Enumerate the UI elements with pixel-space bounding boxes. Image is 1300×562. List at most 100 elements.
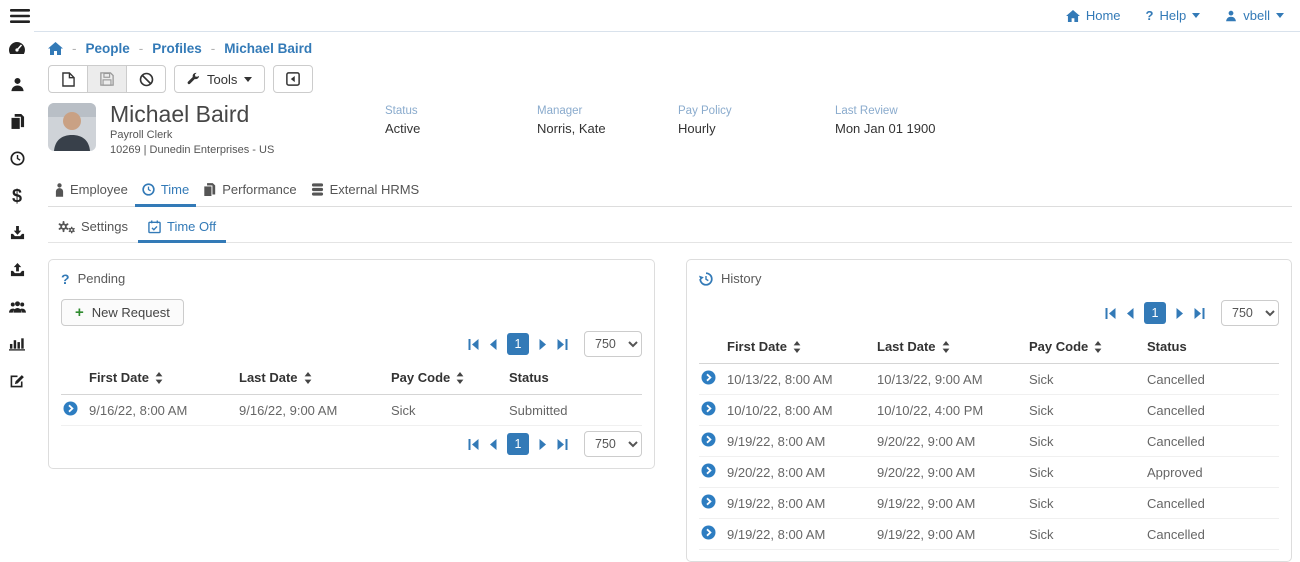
expand-row-button[interactable]: [701, 432, 716, 447]
breadcrumb-separator: -: [72, 41, 77, 56]
sidebar-item-people[interactable]: [10, 75, 25, 94]
employee-header: Michael Baird Payroll Clerk 10269 | Dune…: [48, 103, 1292, 155]
field-manager-label: Manager: [537, 105, 606, 117]
help-menu[interactable]: ? Help: [1146, 8, 1201, 23]
dashboard-icon: [8, 40, 26, 56]
current-page[interactable]: 1: [507, 433, 529, 455]
expand-row-button[interactable]: [701, 525, 716, 540]
column-header-pay-code[interactable]: Pay Code: [389, 361, 507, 395]
page-size-select[interactable]: 750: [584, 431, 642, 457]
first-page-button[interactable]: [468, 339, 479, 350]
current-page[interactable]: 1: [507, 333, 529, 355]
table-row: 9/16/22, 8:00 AM9/16/22, 9:00 AMSickSubm…: [61, 395, 642, 426]
prev-page-icon: [489, 439, 497, 450]
calendar-check-icon: [148, 220, 161, 234]
tab-label: Employee: [70, 182, 128, 197]
expand-row-button[interactable]: [701, 463, 716, 478]
wrench-icon: [187, 72, 200, 86]
copy-icon: [10, 114, 25, 130]
prev-page-icon: [489, 339, 497, 350]
current-page[interactable]: 1: [1144, 302, 1166, 324]
new-request-button[interactable]: + New Request: [61, 299, 184, 326]
table-cell: 9/19/22, 9:00 AM: [875, 488, 1027, 519]
users-icon: [9, 300, 26, 314]
hamburger-icon: [10, 8, 30, 24]
sidebar-item-reports[interactable]: [9, 334, 25, 353]
sidebar-item-documents[interactable]: [10, 112, 25, 131]
sort-icon: [1094, 341, 1102, 353]
tools-dropdown-button[interactable]: Tools: [174, 65, 265, 93]
copy-icon: [203, 183, 216, 197]
table-cell: 9/19/22, 9:00 AM: [875, 519, 1027, 550]
next-page-button[interactable]: [539, 439, 547, 450]
new-file-icon: [62, 72, 75, 87]
home-icon: [1066, 10, 1080, 22]
sidebar-item-teams[interactable]: [9, 297, 26, 316]
subtab-time-off[interactable]: Time Off: [138, 213, 226, 242]
column-header-status: Status: [507, 361, 642, 395]
collapse-panel-button[interactable]: [273, 65, 313, 93]
breadcrumb-item-people[interactable]: People: [86, 41, 130, 56]
last-page-button[interactable]: [557, 439, 568, 450]
field-status: Status Active: [385, 105, 420, 136]
cancel-button[interactable]: [126, 65, 166, 93]
pending-table: First Date Last Date Pay Code Status 9/1…: [61, 361, 642, 426]
first-page-button[interactable]: [1105, 308, 1116, 319]
prev-page-button[interactable]: [489, 339, 497, 350]
next-page-button[interactable]: [539, 339, 547, 350]
tab-performance[interactable]: Performance: [196, 176, 303, 206]
subtab-settings[interactable]: Settings: [48, 213, 138, 242]
column-header-last-date[interactable]: Last Date: [875, 330, 1027, 364]
breadcrumb-item-profiles[interactable]: Profiles: [152, 41, 202, 56]
table-cell: 9/19/22, 8:00 AM: [725, 519, 875, 550]
save-button[interactable]: [87, 65, 127, 93]
sidebar-item-forms[interactable]: [10, 371, 25, 390]
column-header-status: Status: [1145, 330, 1279, 364]
field-pay-policy-value: Hourly: [678, 121, 732, 136]
chevron-circle-right-icon: [701, 525, 716, 540]
user-menu[interactable]: vbell: [1225, 8, 1284, 23]
history-panel-title: History: [699, 271, 1279, 286]
chevron-circle-right-icon: [701, 432, 716, 447]
column-header-first-date[interactable]: First Date: [87, 361, 237, 395]
home-icon: [48, 42, 63, 55]
page-size-select[interactable]: 750: [1221, 300, 1279, 326]
ban-icon: [139, 72, 154, 87]
column-header-last-date[interactable]: Last Date: [237, 361, 389, 395]
table-cell: Cancelled: [1145, 364, 1279, 395]
user-icon: [1225, 10, 1237, 22]
column-header-pay-code[interactable]: Pay Code: [1027, 330, 1145, 364]
sidebar-item-time[interactable]: [10, 149, 25, 168]
expand-row-button[interactable]: [701, 370, 716, 385]
next-page-button[interactable]: [1176, 308, 1184, 319]
breadcrumb-item-current[interactable]: Michael Baird: [224, 41, 312, 56]
table-cell: 9/16/22, 8:00 AM: [87, 395, 237, 426]
tab-employee[interactable]: Employee: [48, 176, 135, 206]
prev-page-button[interactable]: [489, 439, 497, 450]
last-page-button[interactable]: [1194, 308, 1205, 319]
expand-row-button[interactable]: [701, 401, 716, 416]
tab-time[interactable]: Time: [135, 176, 196, 206]
home-link[interactable]: Home: [1066, 8, 1121, 23]
page-size-select[interactable]: 750: [584, 331, 642, 357]
sidebar-nav: $: [0, 38, 34, 408]
last-page-button[interactable]: [557, 339, 568, 350]
tab-external-hrms[interactable]: External HRMS: [304, 176, 427, 206]
sidebar-item-export[interactable]: [10, 260, 25, 279]
sidebar-item-dashboard[interactable]: [8, 38, 26, 57]
database-icon: [311, 183, 324, 196]
first-page-button[interactable]: [468, 439, 479, 450]
table-cell: Sick: [1027, 457, 1145, 488]
sidebar-item-import[interactable]: [10, 223, 25, 242]
breadcrumb-separator: -: [139, 41, 144, 56]
menu-toggle-button[interactable]: [10, 8, 30, 24]
prev-page-button[interactable]: [1126, 308, 1134, 319]
expand-row-button[interactable]: [63, 401, 78, 416]
breadcrumb: - People - Profiles - Michael Baird: [48, 41, 1292, 56]
breadcrumb-home-link[interactable]: [48, 42, 63, 55]
sidebar-item-payroll[interactable]: $: [12, 186, 22, 205]
expand-column-header: [699, 330, 725, 364]
column-header-first-date[interactable]: First Date: [725, 330, 875, 364]
new-record-button[interactable]: [48, 65, 88, 93]
record-button-group: [48, 65, 166, 93]
